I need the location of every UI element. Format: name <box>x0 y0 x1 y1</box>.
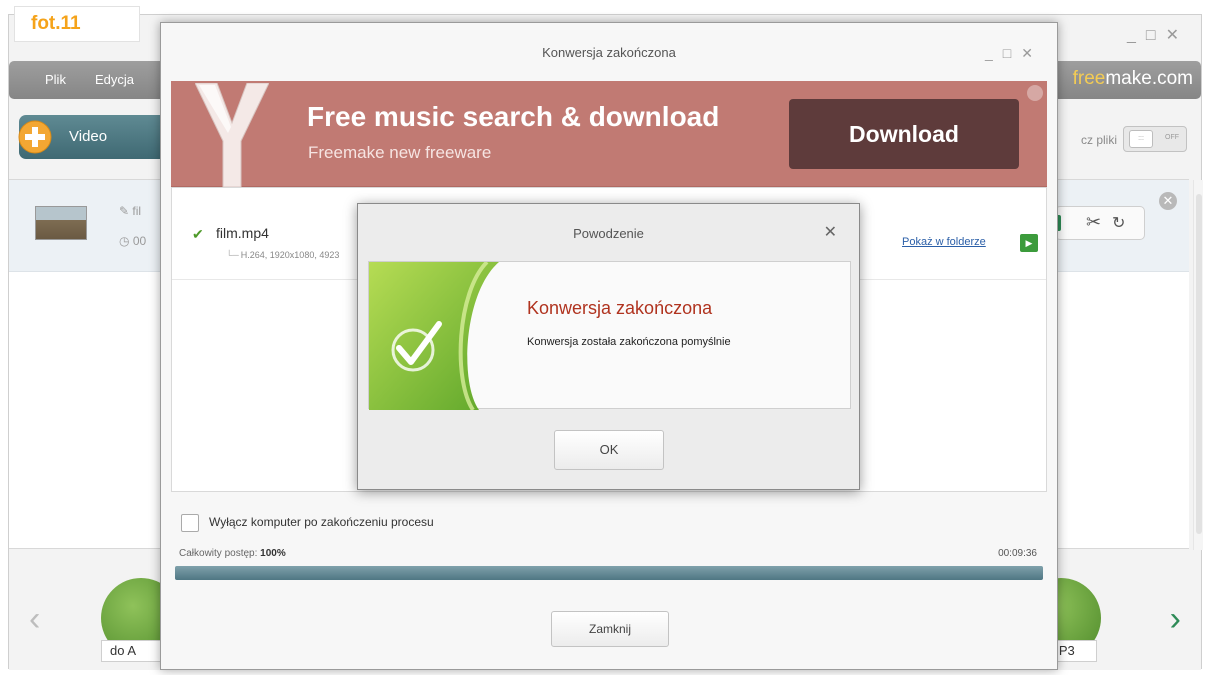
conversion-dialog-title: Konwersja zakończona <box>542 45 676 60</box>
row-actions: ✂ ↻ <box>1047 206 1145 240</box>
progress-bar-fill <box>175 566 1043 580</box>
main-window-controls[interactable]: _□✕ <box>1127 25 1189 45</box>
play-icon[interactable]: ▶ <box>1020 234 1038 252</box>
converted-file-name: film.mp4 <box>216 225 269 241</box>
conversion-dialog-titlebar: Konwersja zakończona _□✕ <box>161 23 1057 81</box>
remove-file-icon[interactable]: ✕ <box>1159 192 1177 210</box>
close-icon[interactable] <box>1027 85 1043 101</box>
video-thumbnail <box>35 206 87 240</box>
add-video-button[interactable]: Video <box>18 115 169 159</box>
success-dialog: Powodzenie ✕ Konwersja zakończona Konwer… <box>357 203 860 490</box>
close-icon[interactable]: ✕ <box>824 222 837 242</box>
success-message: Konwersja została zakończona pomyślnie <box>527 336 731 348</box>
toggle-knob: ::: <box>1129 130 1153 148</box>
total-progress-label: Całkowity postęp: 100% <box>179 548 286 559</box>
progress-bar <box>175 566 1043 580</box>
video-button-label: Video <box>69 128 108 145</box>
scrollbar-thumb[interactable] <box>1196 194 1202 534</box>
screen: _□✕ Plik Edycja freemake.com Video cz pl… <box>0 0 1208 675</box>
total-progress-value: 100% <box>260 548 286 559</box>
freemake-y-logo <box>195 83 269 187</box>
ok-button[interactable]: OK <box>554 430 664 470</box>
menu-item-edycja[interactable]: Edycja <box>95 72 134 87</box>
toggle-off-label: OFF <box>1165 134 1179 141</box>
rotate-icon[interactable]: ↻ <box>1112 213 1125 233</box>
file-row-name: ✎ fil <box>119 204 142 218</box>
file-row-duration: ◷ 00 <box>119 234 147 248</box>
plus-icon <box>18 120 52 154</box>
join-files-label: cz pliki <box>1080 133 1117 147</box>
close-button[interactable]: Zamknij <box>551 611 669 647</box>
join-files-toggle[interactable]: ::: OFF <box>1123 126 1187 152</box>
ad-banner[interactable]: Free music search & download Freemake ne… <box>171 81 1047 187</box>
shutdown-checkbox[interactable] <box>181 514 199 532</box>
check-icon: ✔ <box>192 226 204 242</box>
conversion-dialog-controls[interactable]: _□✕ <box>985 45 1043 62</box>
converted-file-details: └─ H.264, 1920x1080, 4923 <box>226 250 340 260</box>
success-panel: Konwersja zakończona Konwersja została z… <box>368 261 851 410</box>
figure-label: fot.11 <box>14 6 140 42</box>
scissors-icon[interactable]: ✂ <box>1086 212 1101 233</box>
checkmark-icon <box>369 262 499 410</box>
shutdown-label: Wyłącz komputer po zakończeniu procesu <box>209 515 434 529</box>
brand-logo: freemake.com <box>1072 68 1193 89</box>
banner-subtitle: Freemake new freeware <box>308 143 492 162</box>
show-in-folder-link[interactable]: Pokaż w folderze <box>902 236 986 248</box>
scrollbar[interactable] <box>1193 180 1203 550</box>
chevron-left-icon[interactable]: ‹ <box>29 600 40 639</box>
chevron-right-icon[interactable]: › <box>1170 600 1181 639</box>
success-dialog-title: Powodzenie <box>573 226 644 241</box>
success-heading: Konwersja zakończona <box>527 298 713 318</box>
banner-download-button[interactable]: Download <box>789 99 1019 169</box>
menu-item-plik[interactable]: Plik <box>45 72 66 87</box>
banner-title: Free music search & download <box>307 101 720 132</box>
elapsed-time: 00:09:36 <box>998 548 1037 559</box>
